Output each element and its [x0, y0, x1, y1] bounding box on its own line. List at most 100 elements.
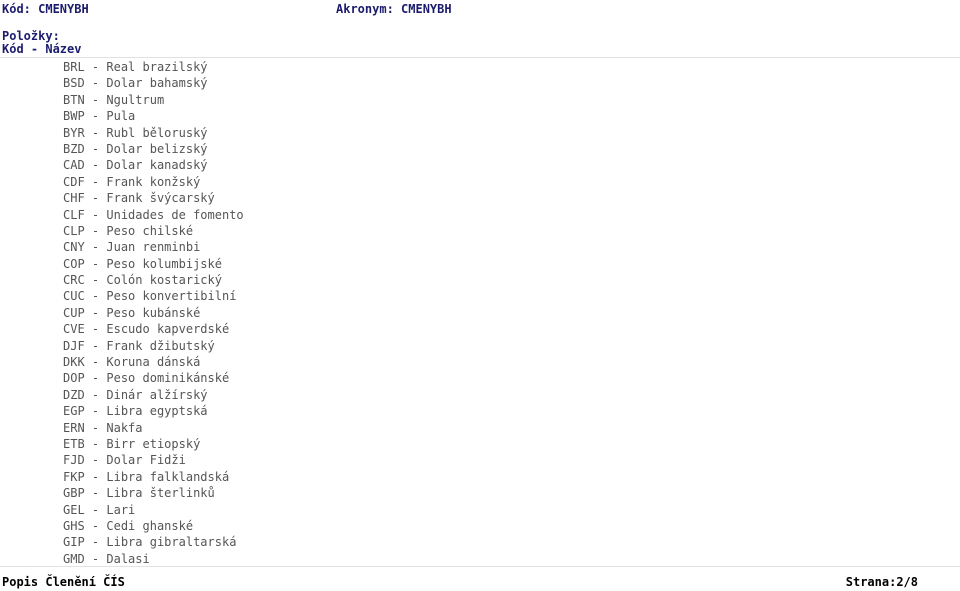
- item-code: CVE: [63, 322, 85, 337]
- item-name: Koruna dánská: [106, 355, 201, 370]
- item-name: Peso konvertibilní: [106, 289, 237, 304]
- footer-title: Popis Členění ČÍS: [2, 575, 125, 589]
- item-code: CNY: [63, 240, 85, 255]
- list-item: DJF - Frank džibutský: [63, 338, 943, 354]
- list-item: DKK - Koruna dánská: [63, 354, 943, 370]
- item-name: Libra gibraltarská: [106, 535, 237, 550]
- item-name: Peso dominikánské: [106, 371, 230, 386]
- list-item: DZD - Dinár alžírský: [63, 387, 943, 403]
- list-item: ETB - Birr etiopský: [63, 436, 943, 452]
- item-name: Peso kolumbijské: [106, 256, 222, 271]
- item-separator: -: [84, 420, 107, 435]
- list-item: BRL - Real brazilský: [63, 59, 943, 75]
- item-code: BTN: [63, 92, 85, 107]
- item-separator: -: [84, 305, 107, 320]
- header-divider: [0, 57, 960, 58]
- list-item: CDF - Frank konžský: [63, 174, 943, 190]
- item-name: Dinár alžírský: [106, 387, 208, 402]
- item-separator: -: [84, 76, 107, 91]
- item-name: Juan renminbi: [106, 240, 201, 255]
- item-name: Frank švýcarský: [106, 191, 215, 206]
- item-separator: -: [84, 240, 107, 255]
- item-name: Birr etiopský: [106, 436, 201, 451]
- item-separator: -: [84, 535, 107, 550]
- list-item: CLP - Peso chilské: [63, 223, 943, 239]
- list-item: BYR - Rubl běloruský: [63, 125, 943, 141]
- list-item: CUP - Peso kubánské: [63, 305, 943, 321]
- item-separator: -: [84, 223, 107, 238]
- item-code: ERN: [63, 420, 85, 435]
- list-item: ERN - Nakfa: [63, 420, 943, 436]
- item-separator: -: [84, 109, 107, 124]
- list-item: BZD - Dolar belizský: [63, 141, 943, 157]
- list-item: CAD - Dolar kanadský: [63, 157, 943, 173]
- item-code: GBP: [63, 486, 85, 501]
- list-item: CVE - Escudo kapverdské: [63, 321, 943, 337]
- item-code: BWP: [63, 109, 85, 124]
- item-name: Frank konžský: [106, 174, 201, 189]
- item-code: FJD: [63, 453, 85, 468]
- item-separator: -: [84, 518, 107, 533]
- item-separator: -: [84, 387, 107, 402]
- item-code: CUC: [63, 289, 85, 304]
- list-item: FKP - Libra falklandská: [63, 469, 943, 485]
- item-code: COP: [63, 256, 85, 271]
- item-code: BYR: [63, 125, 85, 140]
- item-name: Peso chilské: [106, 223, 194, 238]
- item-separator: -: [84, 125, 107, 140]
- item-name: Libra egyptská: [106, 404, 208, 419]
- footer-divider: [0, 566, 960, 567]
- item-name: Pula: [106, 109, 136, 124]
- item-separator: -: [84, 338, 107, 353]
- item-separator: -: [84, 404, 107, 419]
- item-name: Colón kostarický: [106, 273, 222, 288]
- item-name: Dolar kanadský: [106, 158, 208, 173]
- item-separator: -: [84, 60, 107, 74]
- item-code: BZD: [63, 141, 85, 156]
- column-headers: Kód - Název: [2, 42, 82, 56]
- item-separator: -: [84, 551, 107, 566]
- item-name: Dolar belizský: [106, 141, 208, 156]
- item-code: GMD: [63, 551, 85, 566]
- item-separator: -: [84, 92, 107, 107]
- list-item: EGP - Libra egyptská: [63, 403, 943, 419]
- item-code: EGP: [63, 404, 85, 419]
- item-separator: -: [84, 289, 107, 304]
- acronym-line: Akronym: CMENYBH: [336, 2, 452, 16]
- item-separator: -: [84, 322, 107, 337]
- item-name: Real brazilský: [106, 60, 208, 74]
- item-code: DKK: [63, 355, 85, 370]
- item-name: Lari: [106, 502, 136, 517]
- item-code: DZD: [63, 387, 85, 402]
- item-code: DOP: [63, 371, 85, 386]
- list-item: GMD - Dalasi: [63, 551, 943, 567]
- list-item: BTN - Ngultrum: [63, 92, 943, 108]
- item-separator: -: [84, 191, 107, 206]
- item-separator: -: [84, 256, 107, 271]
- list-item: CNY - Juan renminbi: [63, 239, 943, 255]
- item-separator: -: [84, 453, 107, 468]
- item-name: Dolar Fidži: [106, 453, 186, 468]
- report-footer: Popis Členění ČÍS Strana:2/8: [0, 574, 960, 591]
- item-separator: -: [84, 207, 107, 222]
- item-name: Libra falklandská: [106, 469, 230, 484]
- list-item: GHS - Cedi ghanské: [63, 518, 943, 534]
- item-name: Libra šterlinků: [106, 486, 215, 501]
- list-item: COP - Peso kolumbijské: [63, 256, 943, 272]
- item-name: Rubl běloruský: [106, 125, 208, 140]
- item-separator: -: [84, 469, 107, 484]
- item-name: Ngultrum: [106, 92, 165, 107]
- item-code: CLP: [63, 223, 85, 238]
- list-item: BWP - Pula: [63, 108, 943, 124]
- report-page: Kód: CMENYBH Akronym: CMENYBH Položky: K…: [0, 0, 960, 591]
- list-item: CRC - Colón kostarický: [63, 272, 943, 288]
- list-item: CUC - Peso konvertibilní: [63, 288, 943, 304]
- item-name: Cedi ghanské: [106, 518, 194, 533]
- item-separator: -: [84, 371, 107, 386]
- item-separator: -: [84, 141, 107, 156]
- item-name: Frank džibutský: [106, 338, 215, 353]
- item-name: Nakfa: [106, 420, 143, 435]
- page-indicator: Strana:2/8: [845, 575, 918, 589]
- item-code: ETB: [63, 436, 85, 451]
- item-code: GIP: [63, 535, 85, 550]
